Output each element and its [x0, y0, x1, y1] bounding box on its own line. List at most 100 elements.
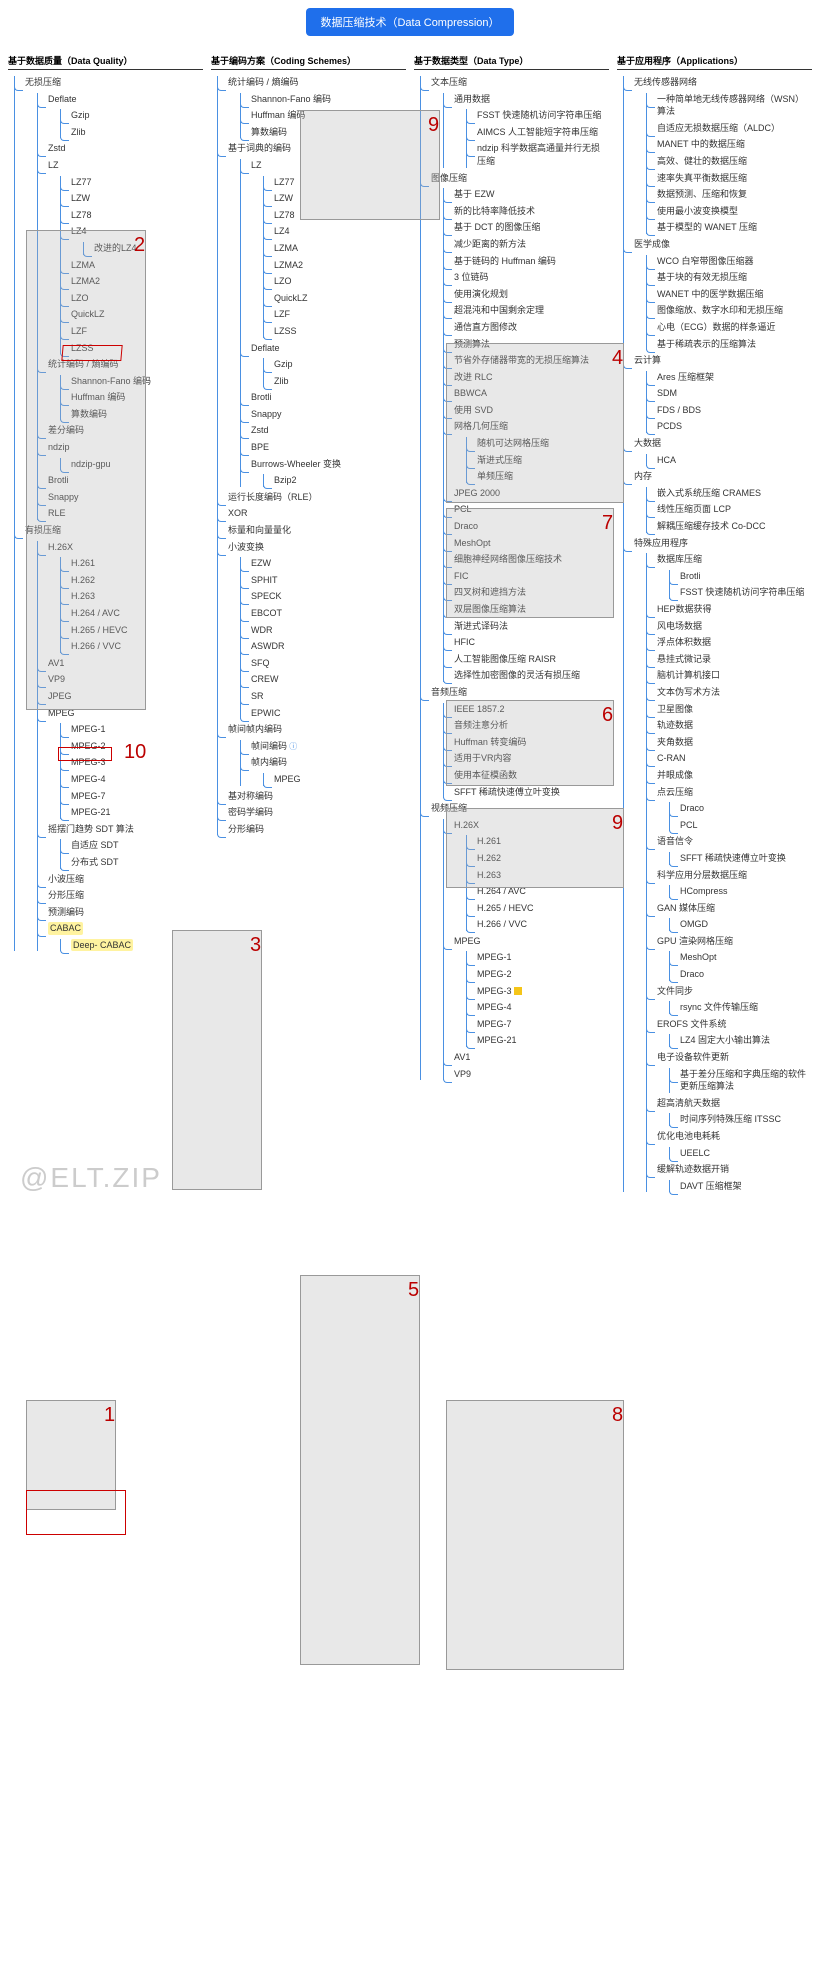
column-header: 基于数据类型（Data Type） — [414, 52, 609, 70]
tree-node: 解耦压缩缓存技术 Co-DCC — [647, 520, 812, 533]
tree-node: Huffman 编码 — [61, 391, 203, 404]
node-label: H.26X — [454, 819, 479, 832]
node-label: 小波变换 — [228, 541, 264, 554]
tree-node: DeflateGzipZlib — [241, 342, 406, 388]
node-label: H.266 / VVC — [71, 640, 121, 653]
tree-node: LZLZ77LZWLZ78LZ4改进的LZ4LZMALZMA2LZOQuickL… — [38, 159, 203, 354]
tree-node: MPEG-1 — [467, 951, 609, 964]
watermark: @ELT.ZIP — [20, 1162, 162, 1194]
node-label: 通信直方图修改 — [454, 321, 517, 334]
tree-node: MPEG-7 — [61, 790, 203, 803]
node-label: 使用最小波变换模型 — [657, 205, 738, 218]
node-label: VP9 — [48, 673, 65, 686]
tree-node: FIC — [444, 570, 609, 583]
root-node: 数据压缩技术（Data Compression） — [306, 8, 513, 36]
node-label: Draco — [454, 520, 478, 533]
node-label: EROFS 文件系统 — [657, 1018, 727, 1031]
node-label: rsync 文件传输压缩 — [680, 1001, 758, 1014]
node-label: 无线传感器网络 — [634, 76, 697, 89]
node-label: Shannon-Fano 编码 — [71, 375, 151, 388]
node-label: HFIC — [454, 636, 475, 649]
tree-node: LZ4 固定大小输出算法 — [670, 1034, 812, 1047]
node-label: Burrows-Wheeler 变换 — [251, 458, 341, 471]
tree-node: LZMA — [61, 259, 203, 272]
node-label: 解耦压缩缓存技术 Co-DCC — [657, 520, 766, 533]
tree-node: 网格几何压缩随机可达网格压缩渐进式压缩单频压缩 — [444, 420, 609, 482]
tree-node: SFQ — [241, 657, 406, 670]
node-label: H.265 / HEVC — [71, 624, 128, 637]
node-label: 分形编码 — [228, 823, 264, 836]
tree-node: MPEG-7 — [467, 1018, 609, 1031]
tree-node: Gzip — [264, 358, 406, 371]
tree-node: 云计算Ares 压缩框架SDMFDS / BDSPCDS — [624, 354, 812, 433]
node-label: 选择性加密图像的灵活有损压缩 — [454, 669, 580, 682]
tree-node: Zstd — [38, 142, 203, 155]
node-label: 语音信令 — [657, 835, 693, 848]
tree-node: 帧间帧内编码帧间编码 ⓘ帧内编码MPEG — [218, 723, 406, 785]
node-label: 文件同步 — [657, 985, 693, 998]
tree-node: UEELC — [670, 1147, 812, 1160]
node-label: WDR — [251, 624, 273, 637]
tree-node: 自适应 SDT — [61, 839, 203, 852]
tree-node: Brotli — [38, 474, 203, 487]
node-label: SFFT 稀疏快速傅立叶变换 — [454, 786, 560, 799]
annotation-number: 5 — [408, 1279, 419, 1302]
tree-node: Zlib — [264, 375, 406, 388]
tree-node: 双层图像压缩算法 — [444, 603, 609, 616]
tree-node: 卫星图像 — [647, 703, 812, 716]
tree-node: 分形压缩 — [38, 889, 203, 902]
columns-container: 基于数据质量（Data Quality）无损压缩DeflateGzipZlibZ… — [0, 44, 820, 1204]
tree-node: 使用演化规划 — [444, 288, 609, 301]
node-label: LZ77 — [71, 176, 92, 189]
node-label: Zstd — [48, 142, 66, 155]
tree-node: MPEG-21 — [61, 806, 203, 819]
node-label: MPEG — [274, 773, 301, 786]
tree-node: Zstd — [241, 424, 406, 437]
tree-node: Burrows-Wheeler 变换Bzip2 — [241, 458, 406, 487]
node-label: IEEE 1857.2 — [454, 703, 505, 716]
tree-node: MPEG-4 — [61, 773, 203, 786]
node-label: 使用 SVD — [454, 404, 493, 417]
node-label: 基于 EZW — [454, 188, 495, 201]
tree-node: SPECK — [241, 590, 406, 603]
tree-node: 医学成像WCO 白窄带图像压缩器基于块的有效无损压缩WANET 中的医学数据压缩… — [624, 238, 812, 350]
node-label: MPEG-7 — [477, 1018, 512, 1031]
tree-node: LZSS — [61, 342, 203, 355]
tree-node: WCO 白窄带图像压缩器 — [647, 255, 812, 268]
node-label: 改进 RLC — [454, 371, 493, 384]
node-label: Deflate — [48, 93, 77, 106]
node-label: 轨迹数据 — [657, 719, 693, 732]
tree-node: Ares 压缩框架 — [647, 371, 812, 384]
node-label: LZ4 固定大小输出算法 — [680, 1034, 770, 1047]
tree-node: HEP数据获得 — [647, 603, 812, 616]
node-label: MPEG-4 — [477, 1001, 512, 1014]
tree-node: 夹角数据 — [647, 736, 812, 749]
tree-node: H.264 / AVC — [467, 885, 609, 898]
tree-node: EZW — [241, 557, 406, 570]
node-label: 基于差分压缩和字典压缩的软件更新压缩算法 — [680, 1068, 812, 1093]
tree-node: EBCOT — [241, 607, 406, 620]
tree-node: 改进的LZ4 — [84, 242, 203, 255]
node-label: BBWCA — [454, 387, 487, 400]
node-label: Brotli — [251, 391, 272, 404]
node-label: AV1 — [48, 657, 64, 670]
tree-node: AV1 — [444, 1051, 609, 1064]
node-label: 使用本征模函数 — [454, 769, 517, 782]
column: 基于数据质量（Data Quality）无损压缩DeflateGzipZlibZ… — [4, 52, 207, 955]
node-label: 视频压缩 — [431, 802, 467, 815]
tree-node: H.263 — [61, 590, 203, 603]
tree-node: 单频压缩 — [467, 470, 609, 483]
tree-node: 缓解轨迹数据开销DAVT 压缩框架 — [647, 1163, 812, 1192]
node-label: SDM — [657, 387, 677, 400]
tree-node: 统计编码 / 熵编码Shannon-Fano 编码Huffman 编码算数编码 — [218, 76, 406, 138]
column-header: 基于应用程序（Applications） — [617, 52, 812, 70]
node-label: 一种简单地无线传感器网络（WSN）算法 — [657, 93, 812, 118]
tree-node: 适用于VR内容 — [444, 752, 609, 765]
node-label: 算数编码 — [251, 126, 287, 139]
annotation-box — [300, 1275, 420, 1665]
tree-node: 算数编码 — [241, 126, 406, 139]
node-label: 无损压缩 — [25, 76, 61, 89]
tree-node: Draco — [670, 802, 812, 815]
tree-node: MPEG-1 — [61, 723, 203, 736]
node-label: FDS / BDS — [657, 404, 701, 417]
